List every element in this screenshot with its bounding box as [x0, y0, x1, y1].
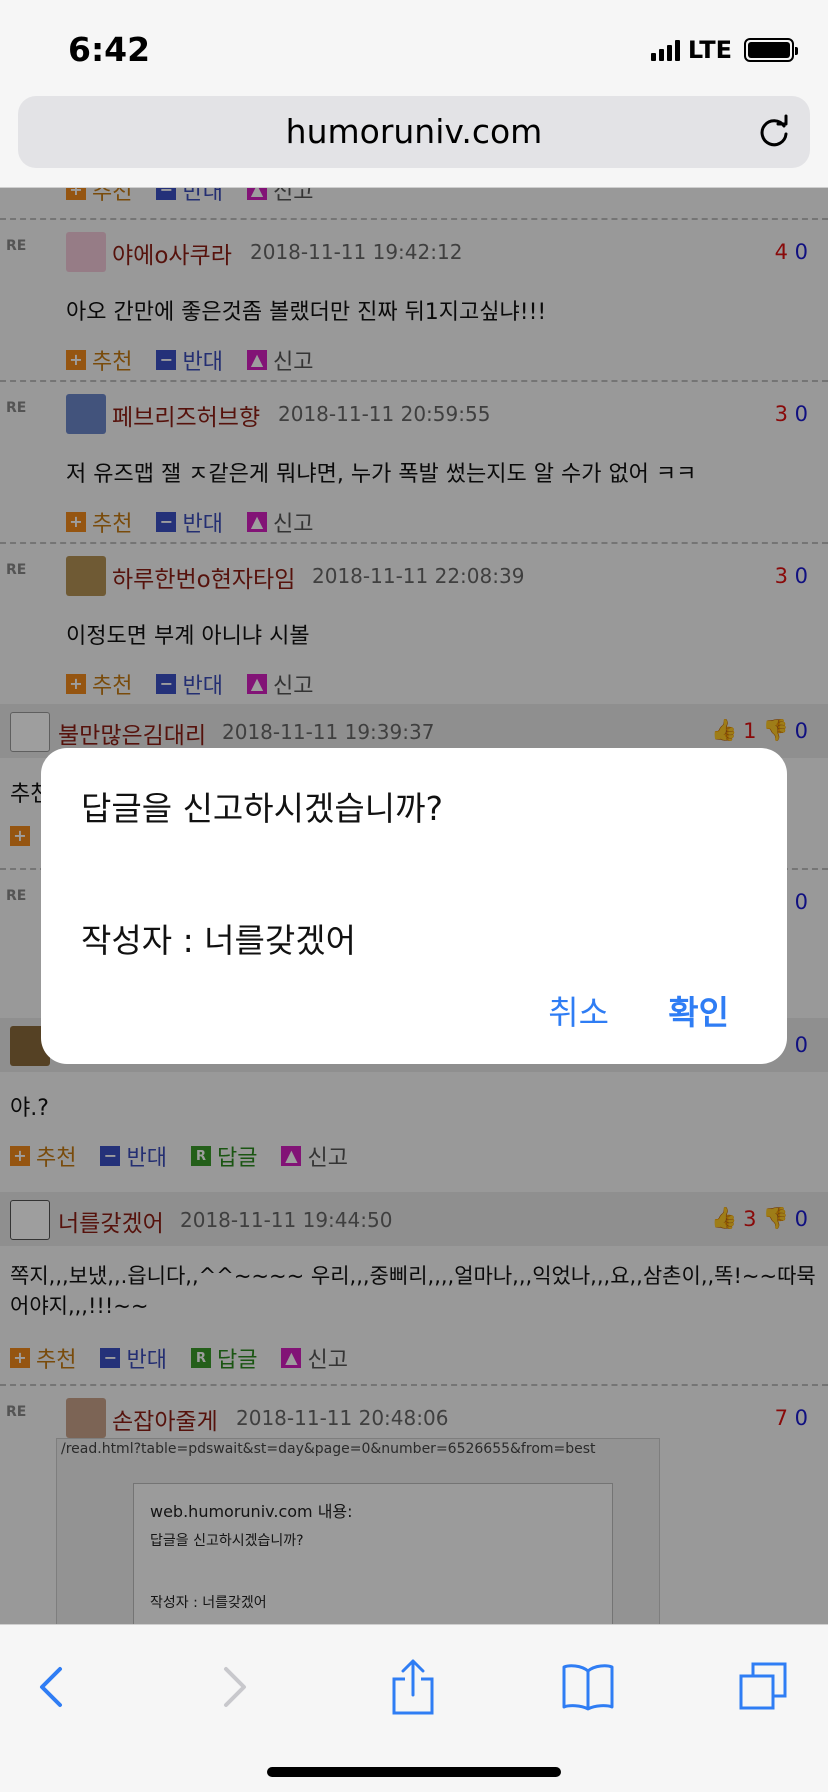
network-label: LTE [687, 36, 732, 64]
back-button[interactable] [22, 1657, 82, 1717]
address-bar[interactable]: humoruniv.com [18, 96, 810, 168]
share-button[interactable] [383, 1657, 443, 1717]
confirm-button[interactable]: 확인 [668, 986, 729, 1034]
forward-button[interactable] [204, 1657, 264, 1717]
report-alert-dialog: 답글을 신고하시겠습니까? 작성자 : 너를갖겠어 취소 확인 [41, 748, 787, 1064]
chevron-right-icon [224, 1667, 246, 1707]
share-icon [392, 1659, 434, 1715]
chevron-left-icon [40, 1667, 62, 1707]
bookmarks-button[interactable] [558, 1657, 618, 1717]
alert-message: 작성자 : 너를갖겠어 [81, 921, 356, 960]
alert-title: 답글을 신고하시겠습니까? [81, 789, 443, 828]
signal-icon [650, 39, 680, 61]
status-time: 6:42 [68, 30, 151, 69]
status-bar: 6:42 LTE [0, 0, 828, 94]
book-icon [562, 1664, 614, 1711]
status-indicators: LTE [650, 36, 798, 64]
browser-address-area: humoruniv.com [0, 94, 828, 188]
url-text[interactable]: humoruniv.com [18, 112, 810, 151]
tabs-button[interactable] [734, 1657, 794, 1717]
tabs-icon [739, 1662, 787, 1710]
home-indicator[interactable] [267, 1767, 561, 1777]
browser-toolbar [0, 1624, 828, 1792]
cancel-button[interactable]: 취소 [548, 986, 609, 1034]
battery-icon [744, 38, 798, 62]
reload-icon[interactable] [756, 114, 792, 150]
